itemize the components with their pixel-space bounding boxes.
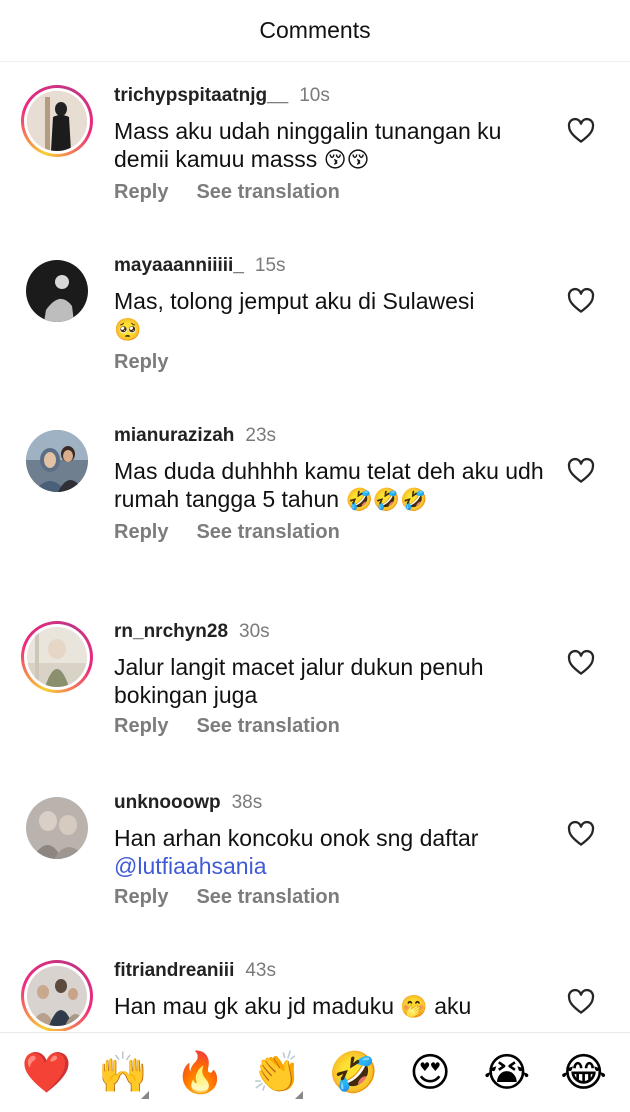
emoji-crying-button[interactable]: 😭 <box>479 1045 535 1101</box>
reply-button[interactable]: Reply <box>114 521 168 544</box>
avatar <box>27 627 87 687</box>
reply-button[interactable]: Reply <box>114 181 168 204</box>
clapping-hands-icon: 👏 <box>251 1050 302 1096</box>
emoji-reaction-bar: ❤️ 🙌 🔥 👏 🤣 😍 😭 😂 <box>0 1032 630 1112</box>
comments-screen: Comments trichypspitaatnjg__ 10s Mass ak… <box>0 0 630 1112</box>
avatar-story-ring[interactable] <box>21 960 93 1031</box>
emoji-rofl-button[interactable]: 🤣 <box>325 1045 381 1101</box>
comment-body: trichypspitaatnjg__ 10s Mass aku udah ni… <box>114 85 544 204</box>
comment-username[interactable]: rn_nrchyn28 <box>114 621 228 643</box>
heart-outline-icon[interactable] <box>566 456 596 486</box>
avatar-story-ring[interactable] <box>21 621 93 693</box>
comment-body: unknooowp 38s Han arhan koncoku onok sng… <box>114 792 544 909</box>
avatar-wrap[interactable] <box>21 792 93 864</box>
comment-emojis: 🥺 <box>114 318 142 343</box>
comment-timestamp: 38s <box>231 792 263 813</box>
comment-text: Jalur langit macet jalur dukun penuh bok… <box>114 654 484 708</box>
comment-text: Mass aku udah ninggalin tunangan ku demi… <box>114 118 502 173</box>
avatar <box>27 966 87 1026</box>
comments-header: Comments <box>0 0 630 62</box>
comment-timestamp: 23s <box>245 425 277 446</box>
heart-outline-icon[interactable] <box>566 648 596 678</box>
see-translation-button[interactable]: See translation <box>196 715 339 738</box>
emoji-fire-button[interactable]: 🔥 <box>172 1045 228 1101</box>
reply-button[interactable]: Reply <box>114 715 168 738</box>
see-translation-button[interactable]: See translation <box>196 181 339 204</box>
emoji-heart-button[interactable]: ❤️ <box>18 1045 74 1101</box>
comment-body: fitriandreaniii 43s Han mau gk aku jd ma… <box>114 960 544 1022</box>
skin-tone-indicator-icon <box>294 1090 303 1099</box>
emoji-clap-button[interactable]: 👏 <box>249 1045 305 1101</box>
comment-body: mayaaanniiiii_ 15s Mas, tolong jemput ak… <box>114 255 544 374</box>
comment-username[interactable]: unknooowp <box>114 792 221 814</box>
avatar <box>26 797 88 859</box>
heart-outline-icon[interactable] <box>566 116 596 146</box>
emoji-joy-button[interactable]: 😂 <box>556 1045 612 1101</box>
see-translation-button[interactable]: See translation <box>196 521 339 544</box>
skin-tone-indicator-icon <box>141 1090 150 1099</box>
raised-hands-icon: 🙌 <box>98 1050 149 1096</box>
avatar-wrap[interactable] <box>21 255 93 327</box>
reply-button[interactable]: Reply <box>114 351 168 374</box>
comment-text: Han mau gk aku jd maduku 🤭 aku <box>114 993 472 1020</box>
comment-username[interactable]: mianurazizah <box>114 425 234 447</box>
comment-timestamp: 43s <box>245 960 276 981</box>
comment-list[interactable]: trichypspitaatnjg__ 10s Mass aku udah ni… <box>0 63 630 1031</box>
comment-text: Mas duda duhhhh kamu telat deh aku udh r… <box>114 458 544 513</box>
see-translation-button[interactable]: See translation <box>196 886 339 909</box>
comment-emojis: 🤭 <box>400 995 428 1020</box>
heart-outline-icon[interactable] <box>566 987 596 1017</box>
avatar <box>26 260 88 322</box>
comment-emojis: 🤣🤣🤣 <box>345 488 428 513</box>
comment-text: Mas, tolong jemput aku di Sulawesi 🥺 <box>114 288 475 343</box>
comment-text: Han arhan koncoku onok sng daftar @lutfia… <box>114 825 479 879</box>
heart-outline-icon[interactable] <box>566 819 596 849</box>
comment-body: rn_nrchyn28 30s Jalur langit macet jalur… <box>114 621 544 738</box>
comment-timestamp: 10s <box>299 85 330 106</box>
comment-emojis: 😚😚 <box>323 148 370 173</box>
avatar <box>26 430 88 492</box>
emoji-heart-eyes-button[interactable]: 😍 <box>402 1045 458 1101</box>
comment-timestamp: 15s <box>254 255 286 276</box>
comment-username[interactable]: trichypspitaatnjg__ <box>114 85 288 107</box>
emoji-raised-hands-button[interactable]: 🙌 <box>95 1045 151 1101</box>
avatar <box>27 91 87 151</box>
heart-outline-icon[interactable] <box>566 286 596 316</box>
comment-timestamp: 30s <box>239 621 270 642</box>
comment-body: mianurazizah 23s Mas duda duhhhh kamu te… <box>114 425 544 544</box>
page-title: Comments <box>259 17 371 43</box>
avatar-wrap[interactable] <box>21 425 93 497</box>
comment-username[interactable]: fitriandreaniii <box>114 960 234 982</box>
comment-username[interactable]: mayaaanniiiii_ <box>114 255 244 277</box>
reply-button[interactable]: Reply <box>114 886 168 909</box>
avatar-story-ring[interactable] <box>21 85 93 157</box>
mention-link[interactable]: @lutfiaahsania <box>114 853 267 879</box>
